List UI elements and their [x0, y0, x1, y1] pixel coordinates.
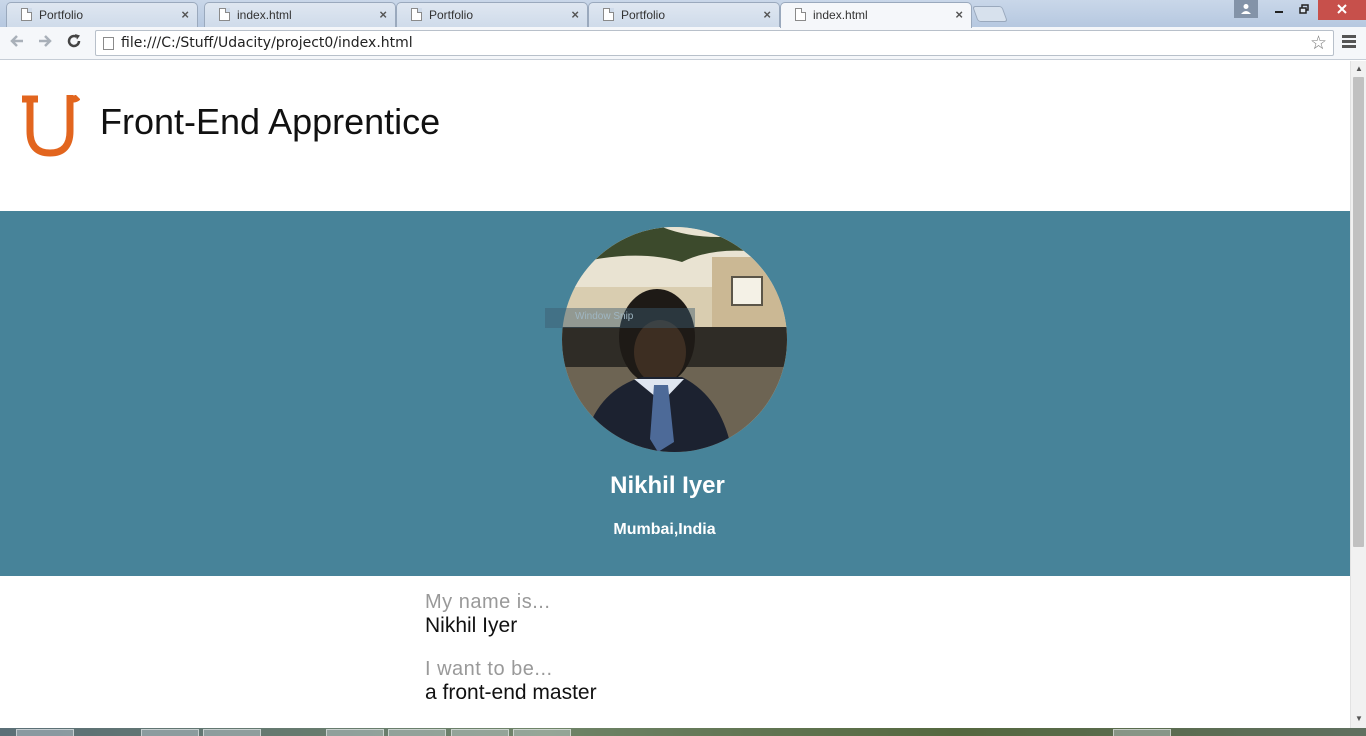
- about-section: My name is... Nikhil Iyer I want to be..…: [425, 591, 597, 725]
- close-icon[interactable]: ×: [763, 7, 771, 22]
- menu-bar-icon: [1342, 35, 1356, 38]
- minimize-button[interactable]: [1266, 0, 1292, 20]
- page-icon: [411, 8, 422, 21]
- tab-portfolio-2[interactable]: Portfolio ×: [396, 2, 588, 27]
- tab-title: Portfolio: [621, 8, 666, 22]
- window-snip-overlay: Window Snip: [545, 308, 695, 328]
- window-close-button[interactable]: [1318, 0, 1366, 20]
- tab-portfolio-1[interactable]: Portfolio ×: [6, 2, 198, 27]
- close-icon: [1337, 4, 1347, 14]
- browser-tab-strip: Portfolio × index.html × Portfolio × Por…: [0, 0, 1366, 28]
- about-answer: Nikhil Iyer: [425, 614, 518, 637]
- tab-index-active[interactable]: index.html ×: [780, 2, 972, 28]
- menu-bar-icon: [1342, 40, 1356, 43]
- tab-portfolio-3[interactable]: Portfolio ×: [588, 2, 780, 27]
- back-arrow-icon: [10, 35, 23, 47]
- udacity-logo-icon: [22, 95, 80, 157]
- address-bar[interactable]: file:///C:/Stuff/Udacity/project0/index.…: [95, 30, 1334, 56]
- tab-title: index.html: [813, 8, 868, 22]
- forward-button[interactable]: [34, 32, 56, 54]
- taskbar-item[interactable]: [16, 729, 74, 736]
- browser-toolbar: file:///C:/Stuff/Udacity/project0/index.…: [0, 27, 1366, 60]
- taskbar-item[interactable]: [1113, 729, 1171, 736]
- menu-bar-icon: [1342, 45, 1356, 48]
- avatar: [562, 227, 787, 452]
- tab-index-1[interactable]: index.html ×: [204, 2, 396, 27]
- about-answer: a front-end master: [425, 681, 597, 704]
- page-icon: [603, 8, 614, 21]
- close-icon[interactable]: ×: [379, 7, 387, 22]
- profile-name: Nikhil Iyer: [610, 472, 725, 499]
- url-text[interactable]: file:///C:/Stuff/Udacity/project0/index.…: [121, 35, 413, 51]
- about-question: I want to be...: [425, 658, 553, 680]
- page-icon: [21, 8, 32, 21]
- page-icon: [103, 37, 114, 50]
- tab-title: Portfolio: [429, 8, 474, 22]
- bookmark-star-icon[interactable]: ☆: [1310, 32, 1327, 55]
- taskbar-item[interactable]: [326, 729, 384, 736]
- close-icon[interactable]: ×: [955, 7, 963, 22]
- about-question: My name is...: [425, 591, 551, 613]
- reload-icon: [67, 34, 81, 48]
- tab-title: Portfolio: [39, 8, 84, 22]
- scroll-down-icon[interactable]: ▼: [1355, 714, 1363, 723]
- profile-photo: [562, 227, 787, 452]
- page-viewport: Front-End Apprentice Nikhil Iyer Mumbai,…: [0, 61, 1350, 728]
- scroll-up-icon[interactable]: ▲: [1355, 64, 1363, 73]
- taskbar-item[interactable]: [388, 729, 446, 736]
- profile-banner: Nikhil Iyer Mumbai,India: [0, 211, 1350, 576]
- chrome-menu-button[interactable]: [1342, 35, 1356, 50]
- forward-arrow-icon: [39, 35, 52, 47]
- profile-button[interactable]: [1234, 0, 1258, 18]
- site-title: Front-End Apprentice: [100, 101, 441, 142]
- page-icon: [219, 8, 230, 21]
- page-icon: [795, 8, 806, 21]
- taskbar-item[interactable]: [513, 729, 571, 736]
- close-icon[interactable]: ×: [181, 7, 189, 22]
- taskbar-item[interactable]: [203, 729, 261, 736]
- close-icon[interactable]: ×: [571, 7, 579, 22]
- tab-title: index.html: [237, 8, 292, 22]
- scrollbar-thumb[interactable]: [1353, 77, 1364, 547]
- taskbar-item[interactable]: [141, 729, 199, 736]
- back-button[interactable]: [6, 32, 28, 54]
- vertical-scrollbar[interactable]: ▲ ▼: [1350, 61, 1366, 728]
- taskbar-item[interactable]: [451, 729, 509, 736]
- minimize-icon: [1275, 11, 1283, 13]
- windows-taskbar: [0, 728, 1366, 736]
- site-header: Front-End Apprentice: [0, 61, 1350, 211]
- profile-location: Mumbai,India: [613, 521, 716, 538]
- user-icon: [1241, 4, 1251, 14]
- new-tab-button[interactable]: [972, 6, 1008, 22]
- restore-icon: [1299, 4, 1309, 14]
- reload-button[interactable]: [63, 32, 85, 54]
- restore-button[interactable]: [1291, 0, 1317, 20]
